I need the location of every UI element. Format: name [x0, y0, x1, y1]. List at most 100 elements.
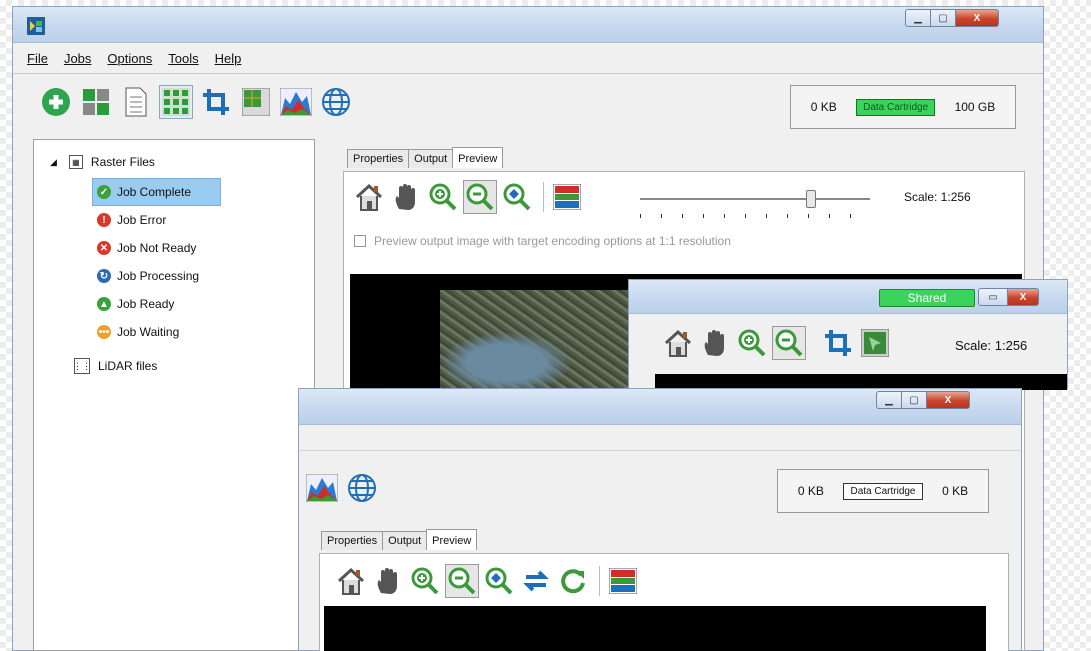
scale-label: Scale: 1:256 [904, 190, 971, 204]
tree-raster-root[interactable]: ◢ ▦ Raster Files [50, 148, 155, 176]
job-not-ready-icon: ✕ [97, 241, 111, 255]
pan-hand-icon[interactable] [389, 180, 423, 214]
storage-panel: 0 KB Data Cartridge 100 GB [790, 85, 1016, 129]
tree-item-job-ready[interactable]: ▲ Job Ready [92, 290, 221, 318]
add-icon[interactable] [39, 85, 73, 119]
home-icon[interactable] [352, 180, 386, 214]
job-waiting-icon: ••• [97, 325, 111, 339]
front-maximize-button[interactable]: ▢ [901, 391, 927, 409]
main-tabs: Properties Output Preview [347, 147, 504, 168]
lidar-files-icon: ⋮⋮ [73, 358, 91, 374]
job-processing-icon: ↻ [97, 269, 111, 283]
color-bands-icon[interactable] [606, 564, 640, 598]
preview-option-label: Preview output image with target encodin… [374, 234, 731, 248]
data-cartridge-badge[interactable]: Data Cartridge [856, 98, 936, 116]
zoom-slider[interactable] [640, 190, 870, 220]
home-icon[interactable] [334, 564, 368, 598]
preview-option-checkbox[interactable]: Preview output image with target encodin… [354, 234, 731, 248]
shared-titlebar: Shared ▭ X [629, 280, 1067, 314]
main-toolbar [39, 85, 359, 119]
globe-icon[interactable] [345, 471, 379, 505]
front-minimize-button[interactable]: ▁ [876, 391, 902, 409]
tile-grid-icon[interactable] [239, 85, 273, 119]
front-preview-toolbar [334, 564, 643, 598]
tree-item-job-error[interactable]: ! Job Error [92, 206, 221, 234]
select-region-icon[interactable] [858, 326, 892, 360]
front-tabs: Properties Output Preview [321, 529, 478, 550]
close-button[interactable]: X [955, 9, 999, 27]
main-titlebar: ▁ ▢ X [13, 7, 1043, 43]
preview-toolbar [352, 180, 587, 214]
color-bands-icon[interactable] [550, 180, 584, 214]
job-complete-icon: ✓ [97, 185, 111, 199]
minimize-button[interactable]: ▁ [905, 9, 931, 27]
crop-icon[interactable] [821, 326, 855, 360]
menu-bar: File Jobs Options Tools Help [19, 49, 249, 69]
pan-hand-icon[interactable] [371, 564, 405, 598]
histogram-icon[interactable] [279, 85, 313, 119]
job-label: Job Complete [117, 185, 192, 199]
crop-icon[interactable] [199, 85, 233, 119]
front-preview-canvas [324, 606, 986, 651]
menu-file[interactable]: File [19, 49, 56, 69]
refresh-icon[interactable] [556, 564, 590, 598]
app-logo-icon [27, 17, 45, 35]
menu-options[interactable]: Options [99, 49, 160, 69]
front-close-button[interactable]: X [926, 391, 970, 409]
document-icon[interactable] [119, 85, 153, 119]
expand-arrow-icon[interactable]: ◢ [50, 157, 57, 168]
front-storage-used: 0 KB [797, 484, 824, 498]
menu-tools[interactable]: Tools [160, 49, 206, 69]
tree-panel: ◢ ▦ Raster Files ✓ Job Complete ! Job Error… [33, 139, 315, 651]
raster-grid-icon[interactable] [159, 85, 193, 119]
menu-help[interactable]: Help [207, 49, 250, 69]
shared-window: Shared ▭ X Scale: 1:256 [628, 279, 1068, 390]
job-list: ✓ Job Complete! Job Error ✕ Job Not Ready ↻ Jo… [92, 178, 222, 346]
front-data-cartridge-badge[interactable]: Data Cartridge [843, 482, 923, 500]
tree-item-job-not-ready[interactable]: ✕ Job Not Ready [92, 234, 221, 262]
maximize-button[interactable]: ▢ [930, 9, 956, 27]
shared-toolbar [661, 326, 895, 360]
zoom-in-icon[interactable] [426, 180, 460, 214]
globe-icon[interactable] [319, 85, 353, 119]
tab-properties[interactable]: Properties [347, 149, 410, 168]
shared-restore-button[interactable]: ▭ [978, 288, 1008, 306]
zoom-out-icon[interactable] [463, 180, 497, 214]
front-tab-properties[interactable]: Properties [321, 531, 384, 550]
tab-preview[interactable]: Preview [452, 147, 504, 168]
shared-scale-label: Scale: 1:256 [955, 338, 1028, 353]
tab-output[interactable]: Output [408, 149, 454, 168]
job-label: Job Waiting [117, 325, 180, 339]
front-tab-output[interactable]: Output [382, 531, 428, 550]
swap-icon[interactable] [519, 564, 553, 598]
job-error-icon: ! [97, 213, 111, 227]
front-storage-panel: 0 KB Data Cartridge 0 KB [777, 469, 989, 513]
zoom-slider-thumb[interactable] [806, 190, 816, 208]
zoom-fit-icon[interactable] [500, 180, 534, 214]
home-icon[interactable] [661, 326, 695, 360]
shared-badge: Shared [879, 289, 975, 307]
pan-hand-icon[interactable] [698, 326, 732, 360]
tree-item-job-waiting[interactable]: ••• Job Waiting [92, 318, 221, 346]
front-storage-capacity: 0 KB [942, 484, 969, 498]
tree-lidar-root[interactable]: ⋮⋮ LiDAR files [73, 352, 158, 380]
zoom-in-icon[interactable] [735, 326, 769, 360]
storage-used: 0 KB [810, 100, 837, 114]
lidar-root-label: LiDAR files [98, 359, 158, 373]
zoom-fit-icon[interactable] [482, 564, 516, 598]
histogram-icon[interactable] [305, 471, 339, 505]
front-tab-preview[interactable]: Preview [426, 529, 478, 550]
aerial-image [440, 290, 660, 394]
front-titlebar: ▁ ▢ X [299, 389, 1021, 425]
front-window: ▁ ▢ X 0 KB Data Cartridge 0 KB Propertie… [298, 388, 1022, 651]
zoom-out-icon[interactable] [772, 326, 806, 360]
tree-item-job-complete[interactable]: ✓ Job Complete [92, 178, 222, 206]
shared-close-button[interactable]: X [1007, 288, 1039, 306]
layout-icon[interactable] [79, 85, 113, 119]
menu-jobs[interactable]: Jobs [56, 49, 99, 69]
zoom-in-icon[interactable] [408, 564, 442, 598]
raster-files-icon: ▦ [68, 155, 83, 169]
job-label: Job Ready [117, 297, 175, 311]
tree-item-job-processing[interactable]: ↻ Job Processing [92, 262, 221, 290]
zoom-out-icon[interactable] [445, 564, 479, 598]
